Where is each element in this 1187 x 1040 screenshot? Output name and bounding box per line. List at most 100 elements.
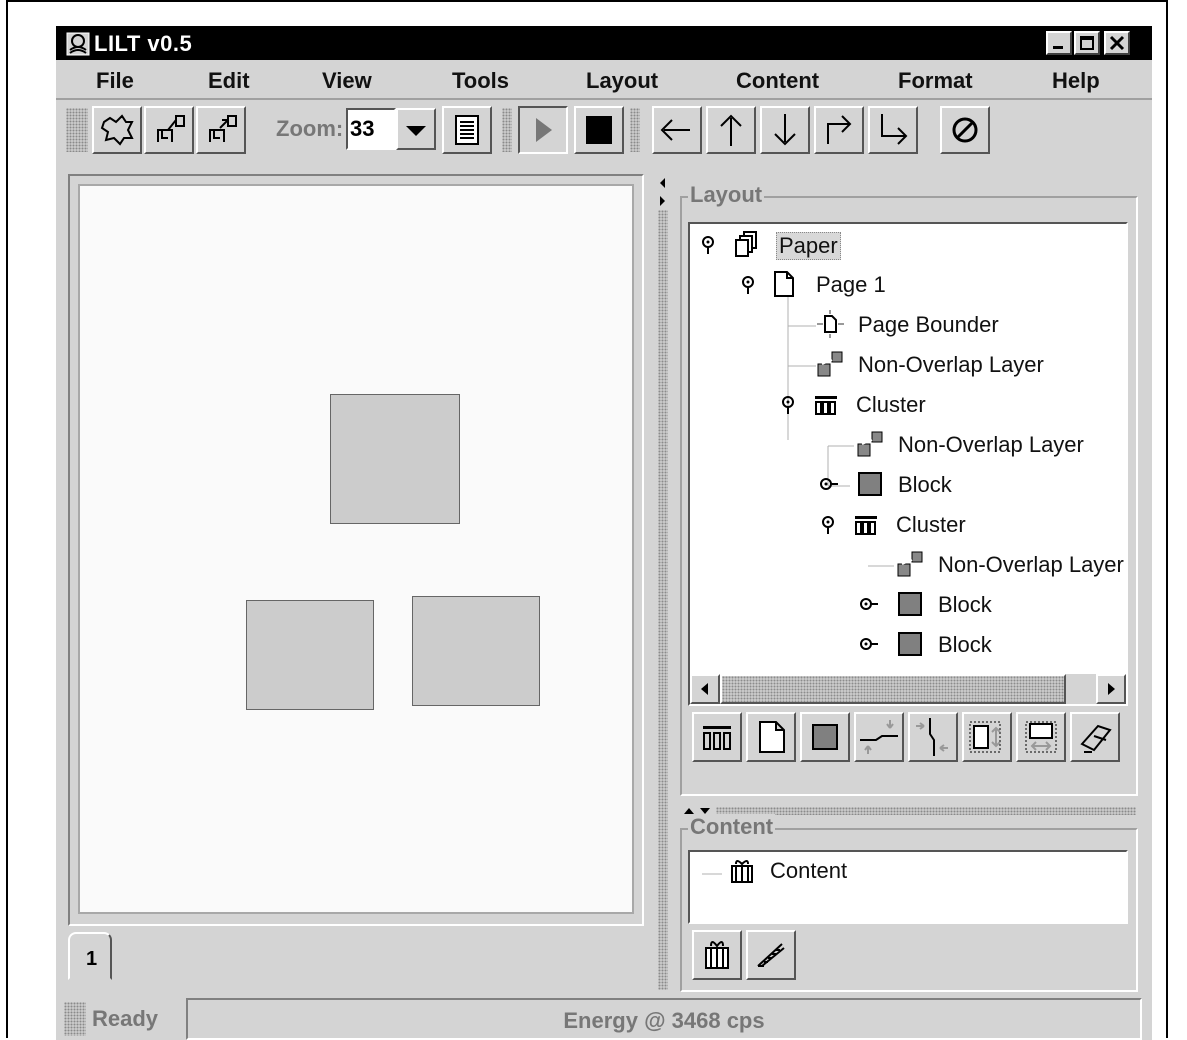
cluster-icon [815, 396, 837, 415]
import-layout-button[interactable] [196, 106, 246, 154]
new-blob-button[interactable] [92, 106, 142, 154]
layout-block[interactable] [330, 394, 460, 524]
document-page[interactable] [78, 184, 634, 914]
vertical-constraint-icon [916, 718, 948, 756]
menu-content[interactable]: Content [736, 68, 819, 94]
menu-layout[interactable]: Layout [586, 68, 658, 94]
vertical-constraint-button[interactable] [908, 712, 958, 762]
layout-block[interactable] [412, 596, 540, 706]
zoom-input[interactable]: 33 [346, 108, 396, 150]
tree-node-label: Paper [776, 232, 841, 260]
page-bounder-icon [817, 310, 844, 338]
ruler-button[interactable] [746, 930, 796, 980]
scroll-left-icon [701, 683, 708, 695]
return-arrow-icon [881, 114, 908, 145]
menu-help[interactable]: Help [1052, 68, 1100, 94]
collapsed-handle-icon [820, 478, 838, 490]
eraser-icon [1080, 724, 1112, 753]
tree-node-label: Content [770, 858, 848, 883]
add-page-button[interactable] [746, 712, 796, 762]
maximize-icon [1080, 36, 1094, 50]
arrow-down-icon [774, 114, 796, 146]
cancel-button[interactable] [940, 106, 990, 154]
fit-vertical-icon [969, 721, 1001, 753]
window-title: LILT v0.5 [94, 31, 193, 56]
eraser-button[interactable] [1070, 712, 1120, 762]
page-view-button[interactable] [442, 106, 492, 154]
menu-bar: File Edit View Tools Layout Content Form… [56, 60, 1152, 100]
scroll-left-button[interactable] [690, 674, 720, 704]
block-icon [898, 632, 922, 656]
tree-horizontal-scrollbar[interactable] [690, 674, 1126, 704]
layout-panel-title: Layout [688, 182, 765, 208]
export-layout-icon [157, 115, 185, 142]
gift-icon [731, 860, 753, 883]
tree-node-label: Page 1 [816, 272, 886, 297]
new-blob-icon [100, 114, 134, 146]
expanded-handle-icon [702, 236, 714, 254]
scroll-right-button[interactable] [1096, 674, 1126, 704]
minimize-button[interactable] [1046, 31, 1072, 55]
maximize-button[interactable] [1074, 31, 1100, 55]
layout-panel: Layout Paper Page 1 Page Bounder Non-Ove… [680, 182, 1138, 796]
fit-horizontal-button[interactable] [1016, 712, 1066, 762]
close-icon [1109, 35, 1125, 51]
menu-edit[interactable]: Edit [208, 68, 250, 94]
vertical-splitter[interactable] [656, 174, 670, 994]
page-tab-1[interactable]: 1 [68, 932, 112, 980]
app-logo-icon [66, 32, 90, 56]
fit-vertical-button[interactable] [962, 712, 1012, 762]
cluster-icon [855, 516, 877, 535]
arrow-left-icon [660, 119, 690, 141]
minimize-icon [1053, 46, 1063, 49]
page-tab-strip: 1 [68, 928, 644, 988]
block-icon [858, 472, 882, 496]
close-button[interactable] [1104, 31, 1130, 55]
add-cluster-button[interactable] [692, 712, 742, 762]
tree-node-label: Block [938, 592, 992, 617]
redo-arrow-icon [827, 115, 852, 144]
redo-button[interactable] [814, 106, 864, 154]
move-left-button[interactable] [652, 106, 702, 154]
arrow-up-icon [720, 114, 742, 146]
screenshot-backdrop: LILT v0.5 File Edit View Tools Layout Co… [8, 2, 1166, 1040]
tree-node-label: Block [938, 632, 992, 657]
move-down-button[interactable] [760, 106, 810, 154]
content-panel-title: Content [688, 814, 776, 840]
zoom-label: Zoom: [276, 116, 344, 141]
splitter-arrows-icon [660, 178, 665, 206]
fit-horizontal-icon [1025, 721, 1057, 753]
move-up-button[interactable] [706, 106, 756, 154]
horizontal-constraint-button[interactable] [854, 712, 904, 762]
expanded-handle-icon [742, 276, 754, 294]
menu-file[interactable]: File [96, 68, 134, 94]
scroll-thumb[interactable] [720, 674, 1066, 704]
status-bar: Ready Energy @ 3468 cps [56, 998, 1152, 1040]
zoom-dropdown-button[interactable] [396, 108, 436, 150]
menu-tools[interactable]: Tools [452, 68, 509, 94]
scroll-right-icon [1108, 683, 1115, 695]
toolbar-separator-grip-2 [630, 108, 640, 152]
layout-block[interactable] [246, 600, 374, 710]
lilt-app-window: LILT v0.5 File Edit View Tools Layout Co… [56, 26, 1152, 1040]
tree-node-label: Cluster [856, 392, 926, 417]
stop-button[interactable] [574, 106, 624, 154]
status-grip [64, 1002, 86, 1036]
title-bar[interactable]: LILT v0.5 [56, 26, 1152, 60]
menu-view[interactable]: View [322, 68, 372, 94]
expanded-handle-icon [782, 396, 794, 414]
add-block-button[interactable] [800, 712, 850, 762]
add-block-icon [812, 724, 838, 750]
splitter-grip [716, 807, 1136, 815]
play-button[interactable] [518, 106, 568, 154]
tree-node-label: Block [898, 472, 952, 497]
toolbar-grip[interactable] [66, 108, 88, 152]
status-energy-text: Energy @ 3468 cps [186, 998, 1142, 1040]
add-content-button[interactable] [692, 930, 742, 980]
menu-format[interactable]: Format [898, 68, 973, 94]
tree-node-label: Non-Overlap Layer [938, 552, 1124, 577]
play-icon [536, 118, 552, 142]
return-button[interactable] [868, 106, 918, 154]
expanded-handle-icon [822, 516, 834, 534]
export-layout-button[interactable] [144, 106, 194, 154]
